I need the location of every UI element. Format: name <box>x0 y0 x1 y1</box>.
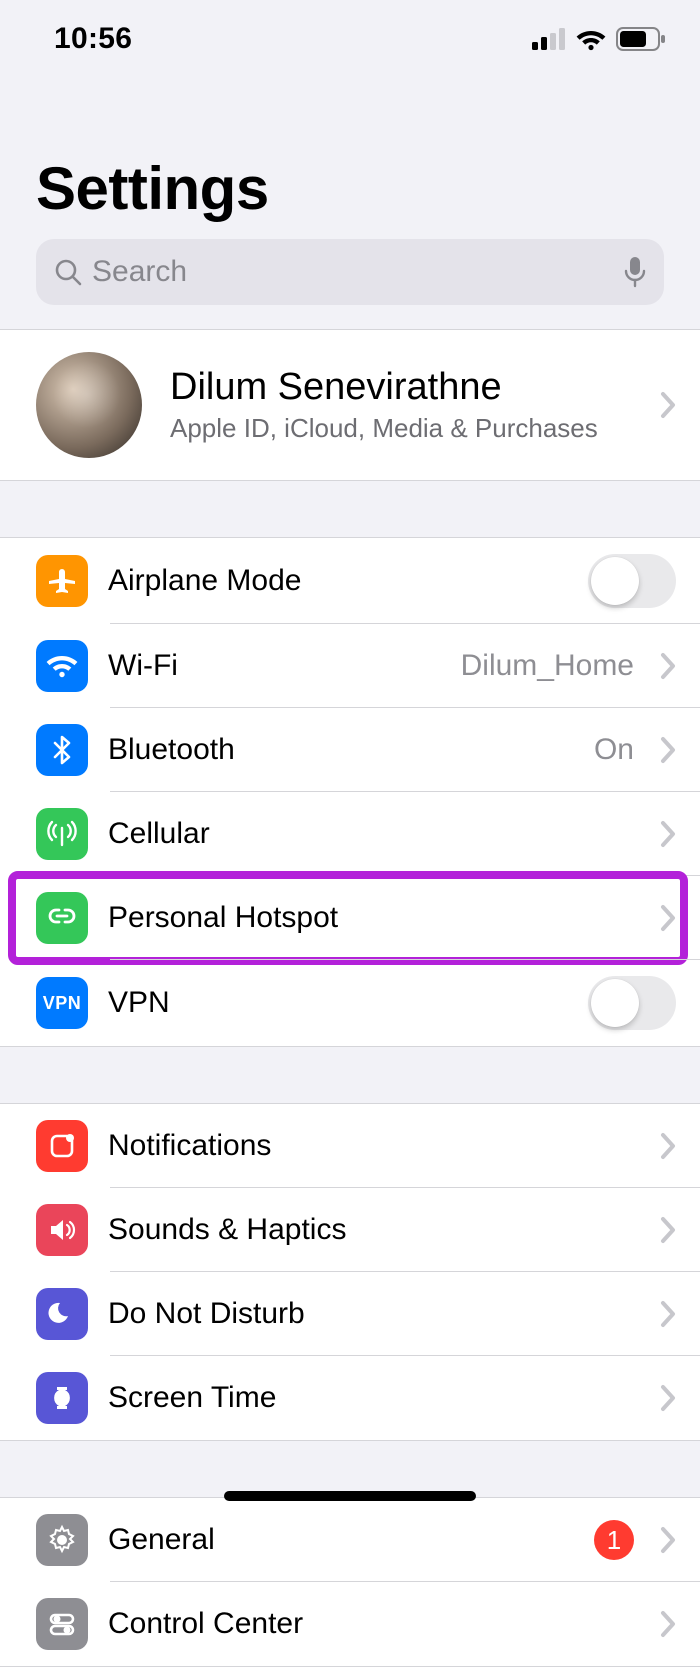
settings-group-system: General 1 Control Center <box>0 1497 700 1667</box>
header: Settings <box>0 64 700 239</box>
screen-time-icon <box>36 1372 88 1424</box>
avatar <box>36 352 142 458</box>
airplane-toggle[interactable] <box>588 554 676 608</box>
bluetooth-icon <box>36 724 88 776</box>
chevron-right-icon <box>660 1384 676 1412</box>
profile-section: Dilum Senevirathne Apple ID, iCloud, Med… <box>0 329 700 481</box>
chevron-right-icon <box>660 820 676 848</box>
row-label: Notifications <box>108 1129 640 1163</box>
chevron-right-icon <box>660 652 676 680</box>
row-label: Wi-Fi <box>108 649 441 683</box>
row-bluetooth[interactable]: Bluetooth On <box>0 708 700 792</box>
hotspot-icon <box>36 892 88 944</box>
vpn-icon: VPN <box>36 977 88 1029</box>
search-input[interactable] <box>92 255 614 289</box>
row-do-not-disturb[interactable]: Do Not Disturb <box>0 1272 700 1356</box>
chevron-right-icon <box>660 736 676 764</box>
row-control-center[interactable]: Control Center <box>0 1582 700 1666</box>
status-bar: 10:56 <box>0 0 700 64</box>
search-field[interactable] <box>36 239 664 305</box>
search-container <box>0 239 700 329</box>
row-airplane-mode[interactable]: Airplane Mode <box>0 538 700 624</box>
airplane-icon <box>36 555 88 607</box>
row-vpn[interactable]: VPN VPN <box>0 960 700 1046</box>
chevron-right-icon <box>660 1300 676 1328</box>
page-title: Settings <box>36 154 664 223</box>
battery-icon <box>616 27 666 51</box>
row-label: Screen Time <box>108 1381 640 1415</box>
row-wifi[interactable]: Wi-Fi Dilum_Home <box>0 624 700 708</box>
profile-subtitle: Apple ID, iCloud, Media & Purchases <box>170 413 632 444</box>
settings-group-alerts: Notifications Sounds & Haptics Do Not Di… <box>0 1103 700 1441</box>
status-icons <box>532 27 666 51</box>
dnd-icon <box>36 1288 88 1340</box>
status-time: 10:56 <box>54 22 132 56</box>
general-badge: 1 <box>594 1520 634 1560</box>
row-sounds[interactable]: Sounds & Haptics <box>0 1188 700 1272</box>
vpn-toggle[interactable] <box>588 976 676 1030</box>
row-label: General <box>108 1523 574 1557</box>
row-screen-time[interactable]: Screen Time <box>0 1356 700 1440</box>
chevron-right-icon <box>660 1216 676 1244</box>
chevron-right-icon <box>660 904 676 932</box>
row-label: Do Not Disturb <box>108 1297 640 1331</box>
settings-group-connectivity: Airplane Mode Wi-Fi Dilum_Home Bluetooth… <box>0 537 700 1047</box>
row-label: Personal Hotspot <box>108 901 640 935</box>
chevron-right-icon <box>660 1526 676 1554</box>
mic-icon[interactable] <box>624 256 646 288</box>
chevron-right-icon <box>660 1610 676 1638</box>
chevron-right-icon <box>660 391 676 419</box>
row-label: Cellular <box>108 817 640 851</box>
cellular-signal-icon <box>532 28 566 50</box>
row-general[interactable]: General 1 <box>0 1498 700 1582</box>
wifi-app-icon <box>36 640 88 692</box>
bluetooth-detail: On <box>594 733 634 767</box>
row-label: Bluetooth <box>108 733 574 767</box>
row-label: Airplane Mode <box>108 564 568 598</box>
cellular-icon <box>36 808 88 860</box>
row-label: VPN <box>108 986 568 1020</box>
general-icon <box>36 1514 88 1566</box>
home-indicator[interactable] <box>224 1491 476 1501</box>
wifi-icon <box>575 27 607 51</box>
row-notifications[interactable]: Notifications <box>0 1104 700 1188</box>
row-label: Control Center <box>108 1607 640 1641</box>
row-cellular[interactable]: Cellular <box>0 792 700 876</box>
profile-name: Dilum Senevirathne <box>170 366 632 409</box>
row-personal-hotspot[interactable]: Personal Hotspot <box>0 876 700 960</box>
wifi-detail: Dilum_Home <box>461 649 634 683</box>
search-icon <box>54 258 82 286</box>
profile-row[interactable]: Dilum Senevirathne Apple ID, iCloud, Med… <box>0 330 700 480</box>
row-label: Sounds & Haptics <box>108 1213 640 1247</box>
notifications-icon <box>36 1120 88 1172</box>
chevron-right-icon <box>660 1132 676 1160</box>
control-center-icon <box>36 1598 88 1650</box>
sounds-icon <box>36 1204 88 1256</box>
